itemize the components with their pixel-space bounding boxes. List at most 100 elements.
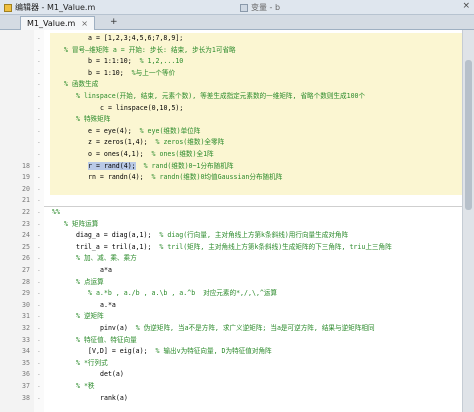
vertical-scrollbar[interactable] [462, 30, 474, 412]
code-line[interactable]: 29- % a.*b , a./b , a.\b , a.^b 对应元素的*,/,… [0, 288, 462, 299]
code-line[interactable]: - e = eye(4); % eye(维数)单位阵 [0, 126, 462, 137]
code-text: % *行列式 [76, 358, 108, 367]
code-line[interactable]: 30- a.*a [0, 300, 462, 311]
line-number: 28 [22, 277, 30, 286]
breakpoint-marker[interactable]: - [37, 79, 42, 90]
code-line[interactable]: 28- % 点运算 [0, 277, 462, 288]
breakpoint-marker[interactable]: - [37, 323, 42, 334]
breakpoint-marker[interactable]: - [37, 207, 42, 218]
code-line[interactable]: 19- rn = randn(4); % randn(维数)0均值Gaussian… [0, 172, 462, 183]
breakpoint-marker[interactable]: - [37, 172, 42, 183]
breakpoint-marker[interactable]: - [37, 114, 42, 125]
code-text: c = linspace(0,10,5); [100, 103, 184, 112]
breakpoint-marker[interactable]: - [37, 68, 42, 79]
breakpoint-marker[interactable]: - [37, 33, 42, 44]
code-line[interactable]: - z = zeros(1,4); % zeros(维数)全零阵 [0, 137, 462, 148]
code-line[interactable]: - o = ones(4,1); % ones(维数)全1阵 [0, 149, 462, 160]
code-line[interactable]: 37- % *秩 [0, 381, 462, 392]
breakpoint-marker[interactable]: - [37, 300, 42, 311]
code-text: b = 1:10; %与上一个等价 [88, 68, 176, 77]
code-text: % 冒号—维矩阵 a = 开始: 步长: 结束, 步长为1可省略 [64, 45, 236, 54]
breakpoint-marker[interactable]: - [37, 381, 42, 392]
code-text: e = eye(4); % eye(维数)单位阵 [88, 126, 201, 135]
close-window-icon[interactable]: × [462, 1, 470, 11]
breakpoint-marker[interactable]: - [37, 195, 42, 206]
code-text: % 函数生成 [64, 80, 99, 89]
editor-tab-bar: M1_Value.m × + [0, 15, 474, 30]
breakpoint-marker[interactable]: - [37, 149, 42, 160]
code-text: % 特殊矩阵 [76, 115, 111, 124]
code-line[interactable]: - % 函数生成 [0, 79, 462, 90]
breakpoint-marker[interactable]: - [37, 358, 42, 369]
variable-panel-title[interactable]: 变量 - b [251, 2, 280, 13]
variable-panel-title-group[interactable]: 变量 - b [240, 2, 280, 13]
code-line[interactable]: - b = 1:10; %与上一个等价 [0, 68, 462, 79]
tab-m1-value[interactable]: M1_Value.m × [20, 16, 95, 30]
code-line[interactable]: 18- r = rand(4); % rand(维数)0~1分布随机阵 [0, 161, 462, 172]
code-line[interactable]: - % linspace(开始, 结束, 元素个数), 等差生成指定元素数的一维矩… [0, 91, 462, 102]
breakpoint-marker[interactable]: - [37, 277, 42, 288]
breakpoint-marker[interactable]: - [37, 253, 42, 264]
code-text: a*a [100, 266, 112, 274]
line-number: 30 [22, 300, 30, 309]
line-number: 25 [22, 242, 30, 251]
breakpoint-marker[interactable]: - [37, 137, 42, 148]
breakpoint-marker[interactable]: - [37, 103, 42, 114]
breakpoint-marker[interactable]: - [37, 56, 42, 67]
breakpoint-marker[interactable]: - [37, 311, 42, 322]
code-text: rank(a) [100, 393, 128, 402]
line-number: 18 [22, 161, 30, 170]
code-line[interactable]: - % 特殊矩阵 [0, 114, 462, 125]
line-number: 22 [22, 208, 30, 216]
editor-window-icon [4, 3, 12, 12]
code-text: % 点运算 [76, 277, 104, 286]
code-line[interactable]: 25- tril_a = tril(a,1); % tril(矩阵, 主对角线上方… [0, 242, 462, 253]
code-line[interactable]: - b = 1:1:10; % 1,2,...10 [0, 56, 462, 67]
breakpoint-marker[interactable]: - [37, 393, 42, 404]
add-tab-button[interactable]: + [110, 17, 118, 27]
breakpoint-marker[interactable]: - [37, 242, 42, 253]
code-line[interactable]: - % 冒号—维矩阵 a = 开始: 步长: 结束, 步长为1可省略 [0, 45, 462, 56]
breakpoint-marker[interactable]: - [37, 126, 42, 137]
breakpoint-marker[interactable]: - [37, 230, 42, 241]
tab-label: M1_Value.m [27, 19, 76, 28]
code-text: % 特征值、特征向量 [76, 335, 137, 344]
breakpoint-marker[interactable]: - [37, 219, 42, 230]
breakpoint-marker[interactable]: - [37, 265, 42, 276]
line-number: 26 [22, 254, 30, 263]
code-line[interactable]: 36- det(a) [0, 369, 462, 380]
breakpoint-marker[interactable]: - [37, 45, 42, 56]
code-line[interactable]: - c = linspace(0,10,5); [0, 103, 462, 114]
line-number: 32 [22, 324, 30, 332]
code-line[interactable]: 35- % *行列式 [0, 358, 462, 369]
code-line[interactable]: 20- [0, 184, 462, 195]
code-text: % *秩 [76, 382, 95, 390]
code-line[interactable]: 27- a*a [0, 265, 462, 276]
code-line[interactable]: 32- pinv(a) % 伪逆矩阵, 当a不是方阵, 求广义逆矩阵; 当a是可逆… [0, 323, 462, 334]
breakpoint-marker[interactable]: - [37, 91, 42, 102]
breakpoint-marker[interactable]: - [37, 184, 42, 195]
code-editor[interactable]: - a = [1,2,3;4,5,6;7,8,9]; - % 冒号—维矩阵 a = 开… [0, 30, 462, 412]
code-line[interactable]: 24- diag_a = diag(a,1); % diag(行向量, 主对角线上… [0, 230, 462, 241]
breakpoint-marker[interactable]: - [37, 335, 42, 346]
code-text: a = [1,2,3;4,5,6;7,8,9]; [88, 34, 184, 42]
code-line[interactable]: 34- [V,D] = eig(a); % 输出v为特征向量, D为特征值对角阵 [0, 346, 462, 357]
line-number: 35 [22, 358, 30, 367]
code-line[interactable]: 21- [0, 195, 462, 206]
breakpoint-marker[interactable]: - [37, 369, 42, 380]
code-line[interactable]: 33- % 特征值、特征向量 [0, 335, 462, 346]
tab-close-icon[interactable]: × [81, 19, 88, 28]
code-line[interactable]: 26- % 加、减、乘、乘方 [0, 253, 462, 264]
code-line[interactable]: 23- % 矩阵运算 [0, 219, 462, 230]
code-text: o = ones(4,1); % ones(维数)全1阵 [88, 150, 214, 158]
code-text: a.*a [100, 300, 116, 309]
breakpoint-marker[interactable]: - [37, 346, 42, 357]
breakpoint-marker[interactable]: - [37, 161, 42, 172]
code-line[interactable]: - a = [1,2,3;4,5,6;7,8,9]; [0, 33, 462, 44]
breakpoint-marker[interactable]: - [37, 288, 42, 299]
code-text: r = rand(4); % rand(维数)0~1分布随机阵 [88, 161, 234, 170]
scrollbar-thumb[interactable] [465, 60, 472, 210]
code-line[interactable]: 22-%% [0, 207, 462, 218]
code-line[interactable]: 31- % 逆矩阵 [0, 311, 462, 322]
code-line[interactable]: 38- rank(a) [0, 393, 462, 404]
